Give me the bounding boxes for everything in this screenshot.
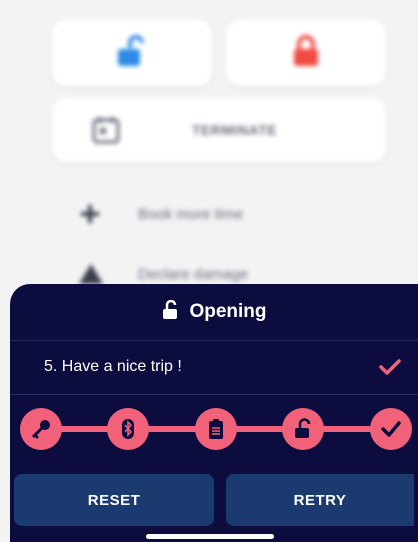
declare-damage-label: Declare damage — [138, 266, 249, 283]
unlock-icon — [163, 299, 178, 319]
check-icon — [381, 421, 401, 437]
step-unlock — [282, 408, 324, 450]
bluetooth-icon — [122, 419, 134, 439]
terminate-card[interactable]: TERMINATE — [52, 98, 386, 162]
sheet-header: Opening — [10, 284, 418, 338]
unlock-icon — [295, 418, 311, 438]
lock-card[interactable] — [226, 20, 386, 86]
unlock-card[interactable] — [52, 20, 212, 86]
step-key — [20, 408, 62, 450]
unlock-icon — [118, 35, 144, 66]
divider — [10, 394, 418, 395]
reset-button[interactable]: RESET — [14, 474, 214, 526]
opening-sheet: Opening 5. Have a nice trip ! RESET RETR… — [10, 284, 418, 542]
divider — [10, 340, 418, 341]
clipboard-icon — [209, 419, 223, 439]
progress-stepper — [20, 408, 412, 450]
sheet-title: Opening — [10, 299, 418, 323]
step-status-text: 5. Have a nice trip ! — [44, 358, 182, 375]
terminate-label: TERMINATE — [192, 122, 278, 138]
retry-button[interactable]: RETRY — [226, 474, 414, 526]
lock-icon — [294, 35, 318, 66]
calendar-icon — [92, 117, 120, 144]
step-clipboard — [195, 408, 237, 450]
plus-icon — [81, 205, 99, 223]
warning-icon — [79, 264, 103, 284]
key-icon — [31, 420, 50, 439]
book-more-time-item[interactable]: Book more time — [78, 200, 378, 230]
book-more-time-label: Book more time — [138, 206, 244, 223]
sheet-title-text: Opening — [189, 301, 267, 322]
check-icon — [379, 359, 401, 375]
step-bluetooth — [107, 408, 149, 450]
home-indicator — [146, 534, 274, 539]
step-done — [370, 408, 412, 450]
